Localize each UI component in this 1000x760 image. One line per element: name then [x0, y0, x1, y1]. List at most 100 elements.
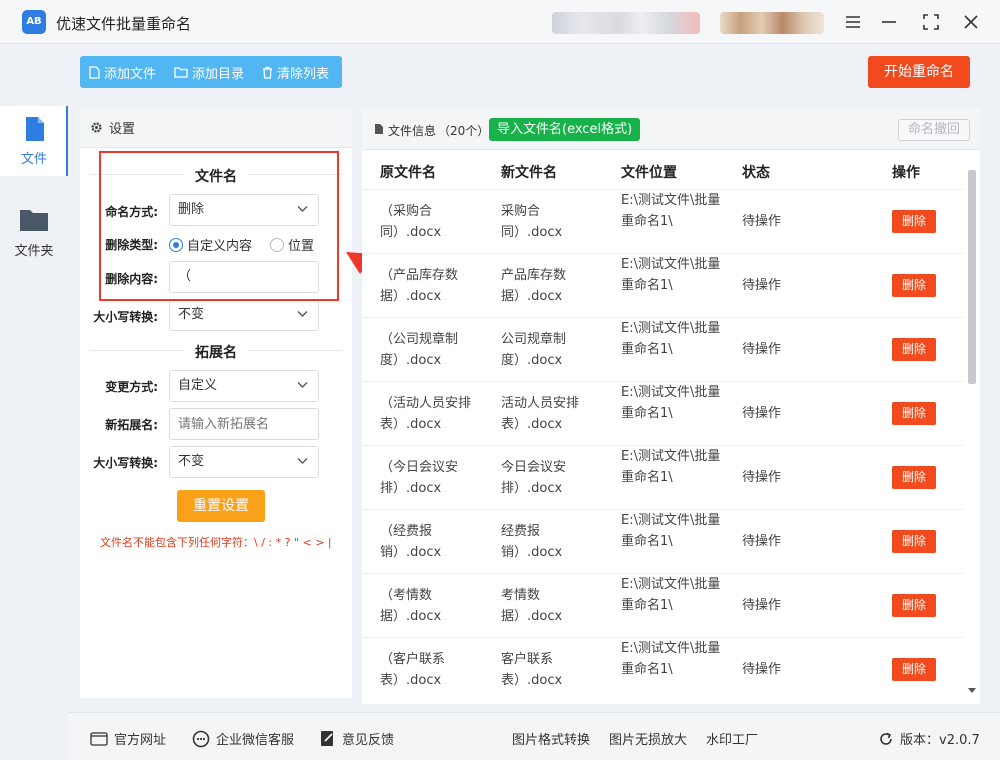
new-name: 今日会议安排）.docx — [501, 460, 567, 496]
radio-unselected-icon — [270, 237, 284, 252]
status: 待操作 — [742, 406, 782, 421]
feedback-icon — [321, 731, 333, 746]
sidebar-item-label: 文件 — [20, 152, 47, 167]
settings-title: 设置 — [109, 122, 136, 137]
vertical-scrollbar[interactable] — [966, 166, 978, 696]
import-excel-button[interactable]: 导入文件名(excel格式) — [489, 118, 641, 141]
column-header: 文件位置 — [621, 165, 677, 181]
start-rename-button[interactable]: 开始重命名 — [868, 56, 970, 88]
sidebar: 文件 文件夹 — [0, 106, 68, 706]
watermark-factory-link[interactable]: 水印工厂 — [706, 729, 758, 748]
clear-list-label: 清除列表 — [277, 66, 330, 82]
table-header: 原文件名 新文件名 文件位置 状态 操作 — [362, 150, 964, 190]
delete-row-button[interactable]: 删除 — [892, 530, 936, 553]
scroll-down-arrow-icon[interactable] — [968, 688, 976, 694]
image-upscale-link[interactable]: 图片无损放大 — [609, 729, 687, 748]
folder-icon — [20, 210, 48, 231]
ext-case-select[interactable]: 不变 — [169, 446, 319, 478]
link-label: 企业微信客服 — [216, 733, 295, 748]
delete-row-button[interactable]: 删除 — [892, 210, 936, 233]
delete-row-button[interactable]: 删除 — [892, 658, 936, 681]
delete-row-button[interactable]: 删除 — [892, 274, 936, 297]
file-path: E:\测试文件\批量重命名1\ — [621, 513, 721, 549]
file-list-panel: 文件信息 （20个） 导入文件名(excel格式) 命名撤回 原文件名 新文件名… — [362, 108, 980, 704]
delete-row-button[interactable]: 删除 — [892, 466, 936, 489]
change-mode-label: 变更方式: — [105, 380, 158, 394]
clear-list-button[interactable]: 清除列表 — [253, 56, 338, 88]
original-name: （客户联系表）.docx — [380, 652, 446, 688]
feedback-link[interactable]: 意见反馈 — [320, 729, 394, 748]
column-header: 新文件名 — [501, 165, 557, 181]
filename-section-title: 文件名 — [80, 166, 352, 186]
official-site-link[interactable]: 官方网址 — [90, 729, 166, 748]
original-name: （今日会议安排）.docx — [380, 460, 459, 496]
table-row: （客户联系表）.docx 客户联系表）.docx E:\测试文件\批量重命名1\… — [362, 638, 964, 702]
chevron-down-icon — [297, 206, 308, 212]
original-name: （考情数据）.docx — [380, 588, 442, 624]
website-icon — [90, 731, 108, 746]
column-header: 操作 — [892, 165, 920, 181]
column-header: 状态 — [742, 165, 770, 181]
original-name: （采购合同）.docx — [380, 204, 442, 240]
delete-row-button[interactable]: 删除 — [892, 338, 936, 361]
reset-settings-button[interactable]: 重置设置 — [177, 490, 265, 522]
minimize-button[interactable] — [874, 8, 904, 36]
new-name: 客户联系表）.docx — [501, 652, 563, 688]
add-file-button[interactable]: 添加文件 — [80, 56, 165, 88]
sidebar-item-folder[interactable]: 文件夹 — [0, 196, 68, 266]
status: 待操作 — [742, 470, 782, 485]
sidebar-item-file[interactable]: 文件 — [0, 106, 68, 176]
ext-case-label: 大小写转换: — [93, 456, 158, 470]
link-label: 意见反馈 — [342, 733, 395, 748]
settings-panel: 设置 文件名 命名方式: 删除 删除类型: 自定义内容 位置 删除内容: （ 大… — [80, 108, 352, 698]
app-title: 优速文件批量重命名 — [56, 15, 192, 33]
file-path: E:\测试文件\批量重命名1\ — [621, 321, 721, 357]
delete-row-button[interactable]: 删除 — [892, 594, 936, 617]
table-row: （采购合同）.docx 采购合同）.docx E:\测试文件\批量重命名1\ 待… — [362, 190, 964, 254]
file-count: （20个） — [438, 124, 490, 138]
add-dir-button[interactable]: 添加目录 — [165, 56, 253, 88]
version-info: 版本：v2.0.7 — [878, 729, 980, 748]
file-icon — [26, 117, 44, 141]
image-convert-link[interactable]: 图片格式转换 — [512, 729, 590, 748]
table-row: （今日会议安排）.docx 今日会议安排）.docx E:\测试文件\批量重命名… — [362, 446, 964, 510]
folder-icon — [174, 67, 188, 78]
table-row: （活动人员安排表）.docx 活动人员安排表）.docx E:\测试文件\批量重… — [362, 382, 964, 446]
delete-row-button[interactable]: 删除 — [892, 402, 936, 425]
file-path: E:\测试文件\批量重命名1\ — [621, 385, 721, 421]
original-name: （活动人员安排表）.docx — [380, 396, 472, 432]
gear-icon — [91, 122, 102, 133]
invalid-chars-warning: 文件名不能包含下列任何字符：\ / : * ? " < > | — [100, 536, 332, 549]
case-select[interactable]: 不变 — [169, 299, 319, 331]
change-mode-select[interactable]: 自定义 — [169, 370, 319, 402]
naming-mode-label: 命名方式: — [105, 205, 158, 219]
delete-content-input[interactable]: （ — [169, 261, 319, 293]
case-value: 不变 — [178, 307, 205, 322]
link-label: 水印工厂 — [706, 733, 759, 748]
trash-icon — [263, 66, 273, 79]
file-path: E:\测试文件\批量重命名1\ — [621, 449, 721, 485]
radio-custom-content[interactable]: 自定义内容 — [169, 235, 252, 254]
wechat-service-link[interactable]: 企业微信客服 — [192, 729, 294, 748]
minimize-icon — [882, 21, 896, 23]
file-path: E:\测试文件\批量重命名1\ — [621, 193, 721, 229]
menu-button[interactable] — [838, 8, 868, 36]
close-button[interactable] — [956, 8, 986, 36]
undo-rename-button[interactable]: 命名撤回 — [898, 119, 970, 141]
title-bar: AB 优速文件批量重命名 — [0, 0, 1000, 44]
refresh-icon — [880, 732, 892, 745]
file-info-title: 文件信息 — [388, 124, 437, 138]
chevron-down-icon — [297, 458, 308, 464]
naming-mode-select[interactable]: 删除 — [169, 194, 319, 226]
radio-selected-icon — [169, 237, 183, 252]
status: 待操作 — [742, 278, 782, 293]
new-ext-input[interactable] — [169, 408, 319, 440]
scrollbar-thumb[interactable] — [968, 170, 976, 384]
radio-position[interactable]: 位置 — [270, 235, 314, 254]
file-icon — [375, 124, 383, 134]
delete-content-label: 删除内容: — [105, 272, 158, 286]
maximize-button[interactable] — [916, 8, 946, 36]
original-name: （产品库存数据）.docx — [380, 268, 459, 304]
hamburger-icon — [846, 16, 860, 28]
ext-case-value: 不变 — [178, 454, 205, 469]
